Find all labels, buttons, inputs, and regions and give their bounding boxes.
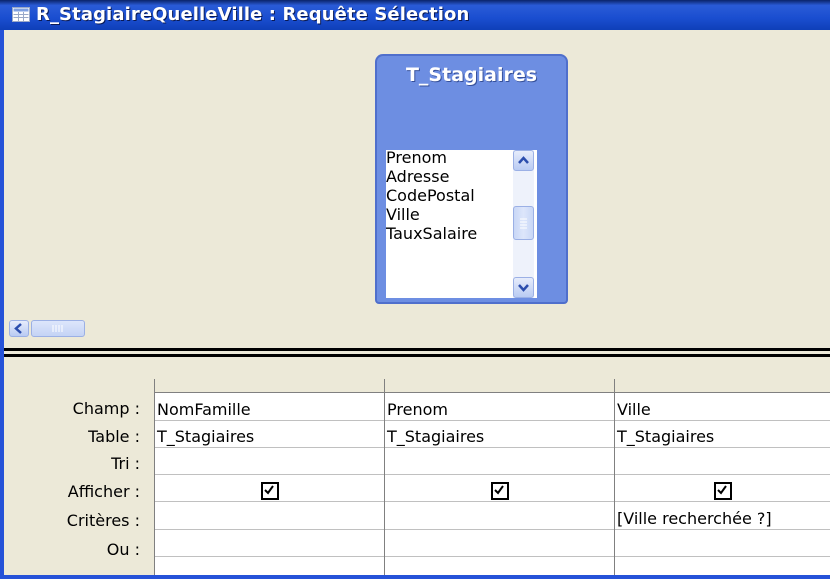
cell-criteres[interactable]: [385, 507, 615, 530]
row-label-afficher: Afficher :: [67, 482, 140, 501]
checkmark-icon: [494, 484, 504, 495]
checkmark-icon: [717, 484, 727, 495]
scroll-left-button[interactable]: [9, 320, 29, 337]
checkmark-icon: [264, 484, 274, 495]
cell-tri[interactable]: [385, 452, 615, 475]
design-grid: Champ : Table : Tri : Afficher : Critère…: [4, 357, 830, 575]
table-pane-hscrollbar[interactable]: [4, 318, 830, 338]
show-checkbox[interactable]: [261, 481, 279, 500]
row-label-tri: Tri :: [111, 454, 140, 473]
row-label-table: Table :: [88, 427, 140, 446]
row-label-champ: Champ :: [72, 399, 140, 418]
title-bar[interactable]: R_StagiaireQuelleVille : Requête Sélecti…: [0, 0, 830, 30]
column-selector[interactable]: [615, 379, 830, 393]
cell-ou[interactable]: [155, 534, 385, 557]
cell-ou[interactable]: [615, 534, 830, 557]
cell-tri[interactable]: [615, 452, 830, 475]
grid-column-2: Prenom T_Stagiaires: [384, 379, 615, 575]
grip-icon: [52, 325, 63, 332]
chevron-left-icon: [14, 323, 22, 334]
pane-splitter[interactable]: [4, 348, 830, 357]
field-list-items: Prenom Adresse CodePostal Ville TauxSala…: [386, 148, 537, 296]
field-item-adresse[interactable]: Adresse: [386, 167, 537, 186]
column-selector[interactable]: [155, 379, 385, 393]
cell-table[interactable]: T_Stagiaires: [385, 425, 615, 448]
show-checkbox[interactable]: [491, 481, 509, 500]
cell-afficher[interactable]: [615, 479, 830, 502]
show-checkbox[interactable]: [714, 481, 732, 500]
cell-criteres[interactable]: [155, 507, 385, 530]
field-item-tauxsalaire[interactable]: TauxSalaire: [386, 224, 537, 243]
cell-champ[interactable]: Prenom: [385, 398, 615, 421]
cell-champ[interactable]: NomFamille: [155, 398, 385, 421]
window-title: R_StagiaireQuelleVille : Requête Sélecti…: [36, 4, 470, 25]
query-icon: [12, 7, 30, 22]
hscroll-thumb[interactable]: [31, 320, 85, 337]
cell-tri[interactable]: [155, 452, 385, 475]
grid-column-1: NomFamille T_Stagiaires: [154, 379, 385, 575]
cell-ou[interactable]: [385, 534, 615, 557]
grid-column-3: Ville T_Stagiaires [Ville recherchée ?]: [614, 379, 830, 575]
field-item-prenom[interactable]: Prenom: [386, 148, 537, 167]
cell-afficher[interactable]: [385, 479, 615, 502]
row-label-ou: Ou :: [106, 540, 140, 559]
field-item-codepostal[interactable]: CodePostal: [386, 186, 537, 205]
row-label-criteres: Critères :: [66, 511, 140, 530]
cell-champ[interactable]: Ville: [615, 398, 830, 421]
cell-table[interactable]: T_Stagiaires: [155, 425, 385, 448]
query-design-window: R_StagiaireQuelleVille : Requête Sélecti…: [0, 0, 830, 579]
cell-afficher[interactable]: [155, 479, 385, 502]
window-border-bottom: [0, 575, 830, 579]
field-list-title: T_Stagiaires: [405, 64, 538, 86]
cell-criteres[interactable]: [Ville recherchée ?]: [615, 507, 830, 530]
cell-table[interactable]: T_Stagiaires: [615, 425, 830, 448]
column-selector[interactable]: [385, 379, 615, 393]
field-item-ville[interactable]: Ville: [386, 205, 537, 224]
